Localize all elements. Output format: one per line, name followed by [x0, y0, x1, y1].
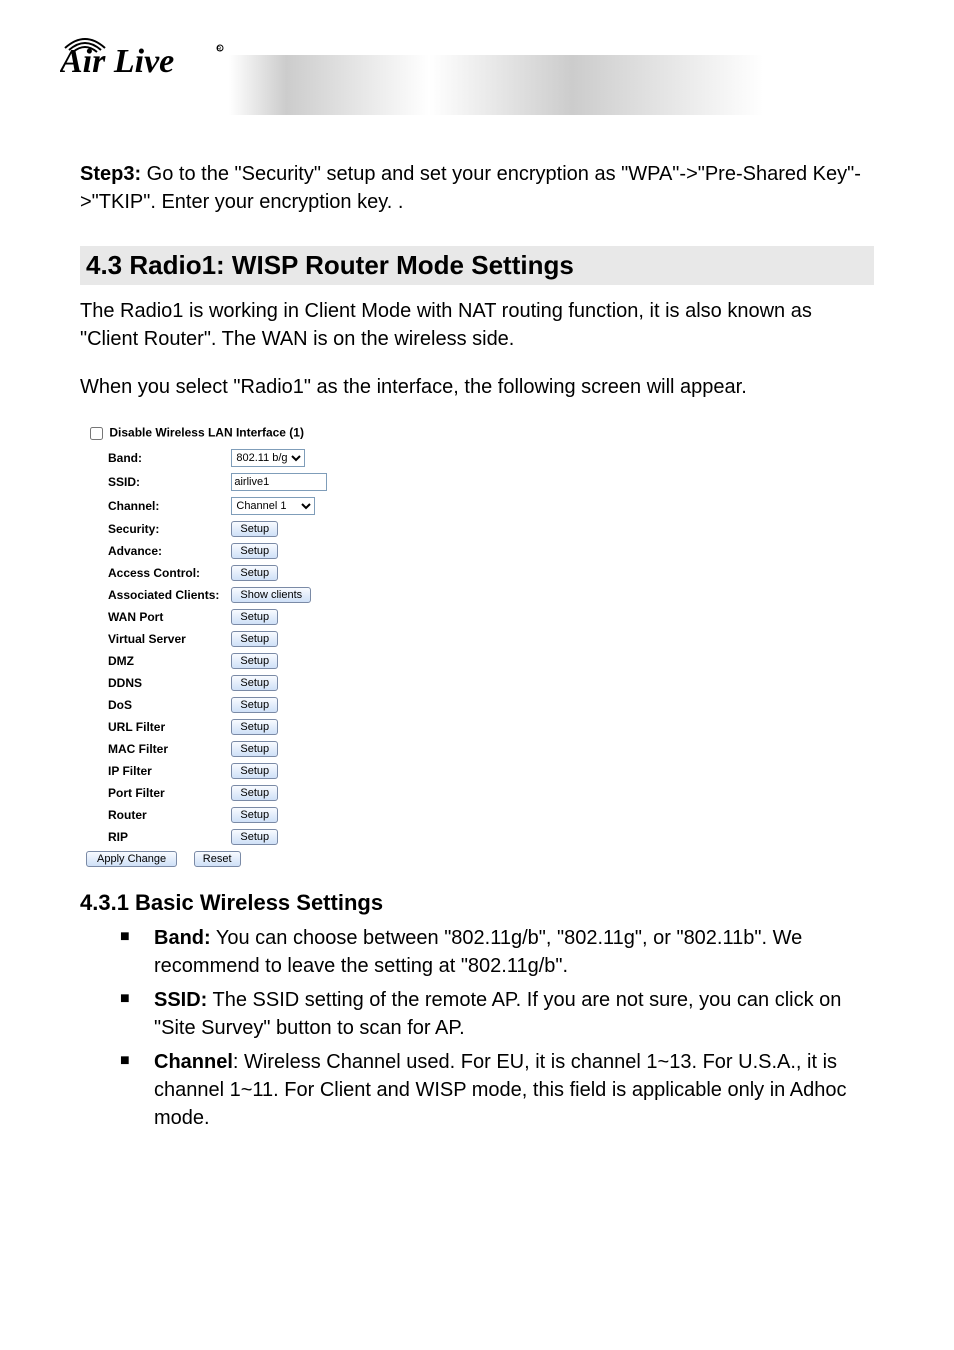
access-control-setup-button[interactable]: Setup [231, 565, 278, 581]
section-para1: The Radio1 is working in Client Mode wit… [80, 297, 874, 353]
ip-filter-label: IP Filter [80, 760, 225, 782]
channel-label: Channel: [80, 494, 225, 518]
wan-port-setup-button[interactable]: Setup [231, 609, 278, 625]
disable-wlan-label: Disable Wireless LAN Interface (1) [109, 426, 304, 440]
dmz-label: DMZ [80, 650, 225, 672]
router-setup-button[interactable]: Setup [231, 807, 278, 823]
band-select[interactable]: 802.11 b/g [231, 449, 305, 467]
svg-text:Air Live: Air Live [60, 43, 174, 80]
virtual-server-setup-button[interactable]: Setup [231, 631, 278, 647]
dos-setup-button[interactable]: Setup [231, 697, 278, 713]
apply-change-button[interactable]: Apply Change [86, 851, 177, 867]
dmz-setup-button[interactable]: Setup [231, 653, 278, 669]
ssid-bullet-text: The SSID setting of the remote AP. If yo… [154, 989, 841, 1039]
band-bullet-label: Band: [154, 927, 211, 949]
reset-button[interactable]: Reset [194, 851, 241, 867]
channel-bullet-label: Channel [154, 1051, 233, 1073]
ssid-input[interactable] [231, 473, 327, 491]
url-filter-setup-button[interactable]: Setup [231, 719, 278, 735]
security-label: Security: [80, 518, 225, 540]
step3-text: Go to the "Security" setup and set your … [80, 163, 861, 213]
access-control-label: Access Control: [80, 562, 225, 584]
subsection-title: 4.3.1 Basic Wireless Settings [80, 890, 874, 916]
router-label: Router [80, 804, 225, 826]
ssid-bullet-label: SSID: [154, 989, 207, 1011]
ddns-setup-button[interactable]: Setup [231, 675, 278, 691]
ip-filter-setup-button[interactable]: Setup [231, 763, 278, 779]
rip-label: RIP [80, 826, 225, 848]
ssid-label: SSID: [80, 470, 225, 494]
band-bullet-text: You can choose between "802.11g/b", "802… [154, 927, 802, 977]
ddns-label: DDNS [80, 672, 225, 694]
virtual-server-label: Virtual Server [80, 628, 225, 650]
url-filter-label: URL Filter [80, 716, 225, 738]
channel-bullet-text: : Wireless Channel used. For EU, it is c… [154, 1051, 846, 1129]
logo: Air Live R [0, 0, 954, 85]
associated-clients-label: Associated Clients: [80, 584, 225, 606]
section-para2: When you select "Radio1" as the interfac… [80, 373, 874, 401]
basic-settings-list: Band: You can choose between "802.11g/b"… [80, 924, 874, 1132]
list-item: SSID: The SSID setting of the remote AP.… [120, 986, 874, 1042]
airlive-logo-icon: Air Live R [60, 20, 230, 80]
advance-label: Advance: [80, 540, 225, 562]
list-item: Channel: Wireless Channel used. For EU, … [120, 1048, 874, 1132]
channel-select[interactable]: Channel 1 [231, 497, 315, 515]
list-item: Band: You can choose between "802.11g/b"… [120, 924, 874, 980]
show-clients-button[interactable]: Show clients [231, 587, 311, 603]
wan-port-label: WAN Port [80, 606, 225, 628]
port-filter-setup-button[interactable]: Setup [231, 785, 278, 801]
page-header: Air Live R [0, 0, 954, 110]
wireless-settings-form: Disable Wireless LAN Interface (1) Band:… [80, 421, 874, 870]
step3-paragraph: Step3: Go to the "Security" setup and se… [80, 160, 874, 216]
security-setup-button[interactable]: Setup [231, 521, 278, 537]
step3-label: Step3: [80, 163, 141, 185]
rip-setup-button[interactable]: Setup [231, 829, 278, 845]
port-filter-label: Port Filter [80, 782, 225, 804]
dos-label: DoS [80, 694, 225, 716]
section-title: 4.3 Radio1: WISP Router Mode Settings [80, 246, 874, 285]
disable-wlan-checkbox[interactable] [90, 427, 103, 440]
band-label: Band: [80, 446, 225, 470]
mac-filter-setup-button[interactable]: Setup [231, 741, 278, 757]
advance-setup-button[interactable]: Setup [231, 543, 278, 559]
svg-text:R: R [217, 47, 222, 53]
mac-filter-label: MAC Filter [80, 738, 225, 760]
